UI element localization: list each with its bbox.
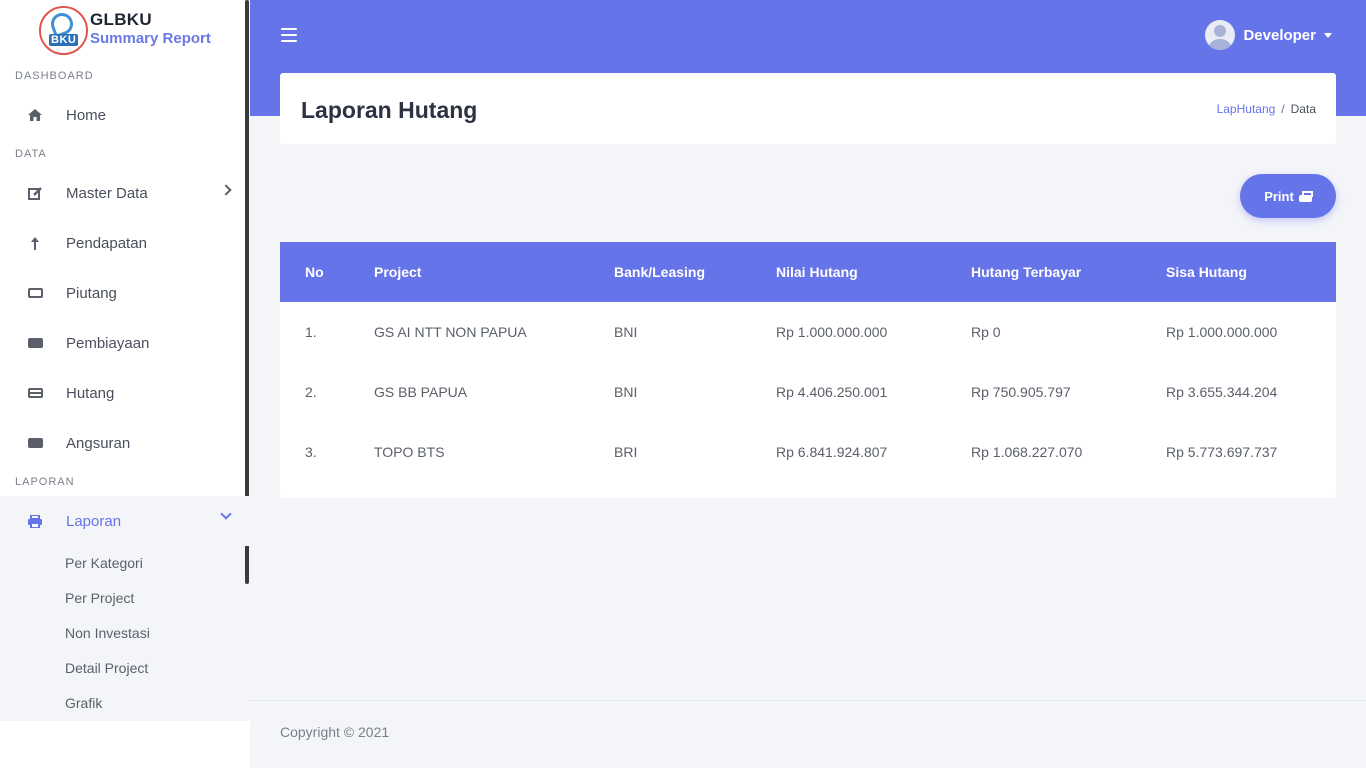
column-header[interactable]: Project — [374, 264, 614, 280]
sidebar-item-angsuran[interactable]: Angsuran — [0, 418, 250, 468]
table-cell: Rp 1.000.000.000 — [1166, 324, 1278, 340]
table-cell: Rp 750.905.797 — [971, 384, 1071, 400]
sidebar-item-hutang[interactable]: Hutang — [0, 368, 250, 418]
sidebar-item-label: Home — [66, 106, 107, 124]
avatar — [1205, 20, 1236, 50]
sidebar-item-label: Hutang — [66, 384, 115, 402]
table-cell: Rp 4.406.250.001 — [776, 384, 888, 400]
table-cell: Rp 6.841.924.807 — [776, 444, 888, 460]
sidebar-item-label: Piutang — [66, 284, 117, 302]
table-cell: BRI — [614, 444, 638, 460]
breadcrumb-link[interactable]: LapHutang — [1217, 102, 1276, 116]
sidebar-item-master-data[interactable]: Master Data — [0, 168, 250, 218]
laporan-submenu: Per Kategori Per Project Non Investasi D… — [0, 546, 250, 721]
chevron-right-icon — [220, 184, 232, 196]
hamburger-menu-icon[interactable] — [281, 28, 297, 42]
sidebar-item-label: Pembiayaan — [66, 334, 150, 352]
hutang-table: No Project Bank/Leasing Nilai Hutang Hut… — [280, 242, 1336, 498]
brand-logo-icon: BKU — [39, 6, 88, 55]
subitem-per-kategori[interactable]: Per Kategori — [0, 546, 250, 581]
printer-icon — [1298, 190, 1313, 202]
user-name: Developer — [1243, 26, 1316, 44]
table-cell: Rp 3.655.344.204 — [1166, 384, 1278, 400]
caret-down-icon — [1324, 32, 1332, 38]
money-check-icon — [26, 436, 44, 450]
table-cell: Rp 1.068.227.070 — [971, 444, 1083, 460]
print-button-label: Print — [1264, 188, 1294, 204]
breadcrumb-current: Data — [1290, 102, 1316, 116]
chevron-down-icon — [220, 508, 232, 520]
sidebar-item-label: Pendapatan — [66, 234, 147, 252]
print-icon — [26, 514, 44, 528]
column-header[interactable]: Sisa Hutang — [1166, 264, 1336, 280]
money-bill-filled-icon — [26, 336, 44, 350]
column-header[interactable]: Bank/Leasing — [614, 264, 776, 280]
table-cell: Rp 1.000.000.000 — [776, 324, 888, 340]
sidebar-item-piutang[interactable]: Piutang — [0, 268, 250, 318]
table-cell: GS AI NTT NON PAPUA — [374, 324, 527, 340]
section-data: DATA — [15, 148, 47, 160]
brand-subtitle: Summary Report — [90, 30, 211, 47]
brand[interactable]: BKU GLBKU Summary Report — [0, 0, 250, 62]
table-header: No Project Bank/Leasing Nilai Hutang Hut… — [280, 242, 1336, 302]
edit-icon — [26, 186, 44, 200]
page-header-card: Laporan Hutang LapHutang / Data — [280, 73, 1336, 144]
sidebar-item-label: Laporan — [66, 512, 122, 530]
brand-title: GLBKU — [90, 10, 152, 29]
copyright-text: Copyright © 2021 — [280, 724, 390, 740]
table-cell: BNI — [614, 324, 638, 340]
subitem-non-investasi[interactable]: Non Investasi — [0, 616, 250, 651]
sidebar-item-label: Master Data — [66, 184, 148, 202]
subitem-grafik[interactable]: Grafik — [0, 686, 250, 721]
breadcrumb: LapHutang / Data — [1217, 102, 1316, 116]
sidebar: BKU GLBKU Summary Report DASHBOARD Home … — [0, 0, 250, 768]
table-cell: BNI — [614, 384, 638, 400]
table-row: 1. GS AI NTT NON PAPUA BNI Rp 1.000.000.… — [280, 302, 1336, 362]
section-laporan: LAPORAN — [15, 476, 75, 488]
table-cell: 1. — [305, 324, 317, 340]
sidebar-item-laporan[interactable]: Laporan — [0, 496, 250, 546]
sidebar-item-pendapatan[interactable]: Pendapatan — [0, 218, 250, 268]
sidebar-item-pembiayaan[interactable]: Pembiayaan — [0, 318, 250, 368]
user-menu[interactable]: Developer — [1205, 20, 1332, 50]
section-dashboard: DASHBOARD — [15, 70, 94, 82]
page-title: Laporan Hutang — [301, 97, 478, 123]
home-icon — [26, 108, 44, 122]
table-row: 2. GS BB PAPUA BNI Rp 4.406.250.001 Rp 7… — [280, 362, 1336, 422]
sidebar-item-home[interactable]: Home — [0, 90, 250, 140]
table-cell: TOPO BTS — [374, 444, 445, 460]
table-cell: GS BB PAPUA — [374, 384, 468, 400]
credit-card-icon — [26, 386, 44, 400]
subitem-detail-project[interactable]: Detail Project — [0, 651, 250, 686]
table-cell: 3. — [305, 444, 317, 460]
table-cell: Rp 5.773.697.737 — [1166, 444, 1278, 460]
column-header[interactable]: No — [280, 264, 374, 280]
footer: Copyright © 2021 — [250, 700, 1366, 768]
subitem-per-project[interactable]: Per Project — [0, 581, 250, 616]
print-button[interactable]: Print — [1240, 174, 1336, 218]
column-header[interactable]: Nilai Hutang — [776, 264, 971, 280]
column-header[interactable]: Hutang Terbayar — [971, 264, 1166, 280]
table-cell: Rp 0 — [971, 324, 1001, 340]
sidebar-item-label: Angsuran — [66, 434, 131, 452]
arrow-up-icon — [26, 236, 44, 250]
table-row: 3. TOPO BTS BRI Rp 6.841.924.807 Rp 1.06… — [280, 422, 1336, 482]
breadcrumb-separator: / — [1281, 102, 1285, 116]
table-cell: 2. — [305, 384, 317, 400]
money-bill-icon — [26, 286, 44, 300]
